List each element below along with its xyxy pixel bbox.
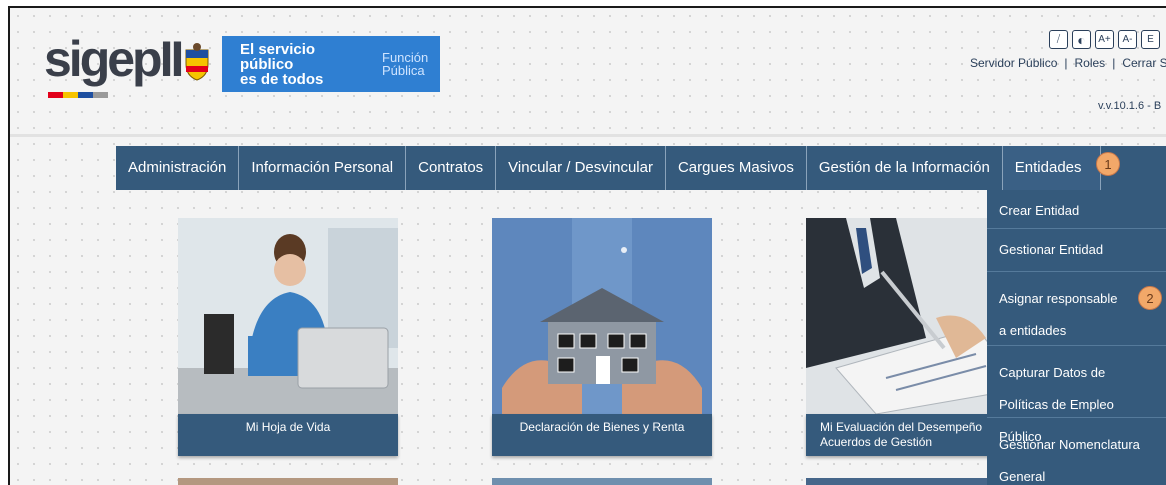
version-label: v.v.10.1.6 - B bbox=[1098, 100, 1162, 112]
page-header: sigepII El servicio público es de todos … bbox=[10, 8, 1166, 136]
nav-item-gestion-informacion[interactable]: Gestión de la Información bbox=[807, 146, 1003, 190]
logo-stripe-red bbox=[48, 92, 63, 98]
nav-item-informacion-personal[interactable]: Información Personal bbox=[239, 146, 407, 190]
woman-laptop-illustration bbox=[178, 218, 398, 414]
menu-item-gestionar-entidad[interactable]: Gestionar Entidad bbox=[987, 229, 1166, 272]
gov-slogan: El servicio público es de todos bbox=[240, 40, 324, 88]
colombia-coat-of-arms-icon bbox=[185, 43, 209, 81]
accessibility-toolbar: ⧸ ◐ A+ A- E bbox=[1049, 30, 1160, 49]
gov-banner[interactable]: El servicio público es de todos Función … bbox=[222, 36, 440, 92]
card-row2-partial bbox=[178, 478, 398, 485]
font-reset-icon[interactable]: E bbox=[1141, 30, 1160, 49]
funcion-publica-label: Función Pública bbox=[382, 50, 429, 78]
entidades-dropdown: Crear Entidad Gestionar Entidad Asignar … bbox=[987, 190, 1166, 485]
nav-item-contratos[interactable]: Contratos bbox=[406, 146, 497, 190]
woman-laptop-image bbox=[178, 218, 398, 414]
contrast-icon[interactable]: ◐ bbox=[1072, 30, 1091, 49]
logo-stripe-yellow bbox=[63, 92, 78, 98]
card-declaracion-bienes[interactable]: Declaración de Bienes y Renta bbox=[492, 218, 712, 456]
header-divider bbox=[10, 134, 1166, 137]
logo-stripe-blue bbox=[78, 92, 93, 98]
step-badge-1: 1 bbox=[1096, 152, 1120, 176]
main-nav: Administración Información Personal Cont… bbox=[116, 146, 1166, 190]
font-decrease-icon[interactable]: A- bbox=[1118, 30, 1137, 49]
menu-item-crear-entidad[interactable]: Crear Entidad bbox=[987, 190, 1166, 229]
rss-icon[interactable]: ⧸ bbox=[1049, 30, 1068, 49]
card-caption: Mi Hoja de Vida bbox=[178, 414, 398, 456]
card-caption: Declaración de Bienes y Renta bbox=[492, 414, 712, 456]
link-separator: | bbox=[1064, 56, 1068, 70]
font-increase-icon[interactable]: A+ bbox=[1095, 30, 1114, 49]
nav-item-vincular-desvincular[interactable]: Vincular / Desvincular bbox=[496, 146, 666, 190]
card-row2-partial bbox=[492, 478, 712, 485]
menu-item-capturar-datos-politicas[interactable]: Capturar Datos de Políticas de Empleo Pú… bbox=[987, 346, 1166, 444]
logo-stripe-gray bbox=[93, 92, 108, 98]
nav-item-cargues-masivos[interactable]: Cargues Masivos bbox=[666, 146, 807, 190]
nav-item-entidades[interactable]: Entidades bbox=[1002, 146, 1101, 190]
house-hands-image bbox=[492, 218, 712, 414]
app-frame: sigepII El servicio público es de todos … bbox=[8, 6, 1166, 485]
nav-item-administracion[interactable]: Administración bbox=[116, 146, 240, 190]
logo-color-bar bbox=[48, 92, 108, 98]
link-cerrar-sesion[interactable]: Cerrar Ses bbox=[1122, 56, 1166, 70]
sigep-logo[interactable]: sigepII bbox=[44, 30, 184, 88]
card-hoja-de-vida[interactable]: Mi Hoja de Vida bbox=[178, 218, 398, 456]
menu-item-gestionar-nomenclatura[interactable]: Gestionar Nomenclatura General bbox=[987, 418, 1166, 485]
user-links: Servidor Público | Roles | Cerrar Ses bbox=[970, 56, 1166, 70]
link-roles[interactable]: Roles bbox=[1075, 56, 1106, 70]
house-hands-illustration bbox=[492, 218, 712, 414]
link-separator: | bbox=[1112, 56, 1116, 70]
step-badge-2: 2 bbox=[1138, 286, 1162, 310]
link-servidor-publico[interactable]: Servidor Público bbox=[970, 56, 1057, 70]
menu-item-asignar-responsable[interactable]: Asignar responsable a entidades bbox=[987, 272, 1166, 346]
